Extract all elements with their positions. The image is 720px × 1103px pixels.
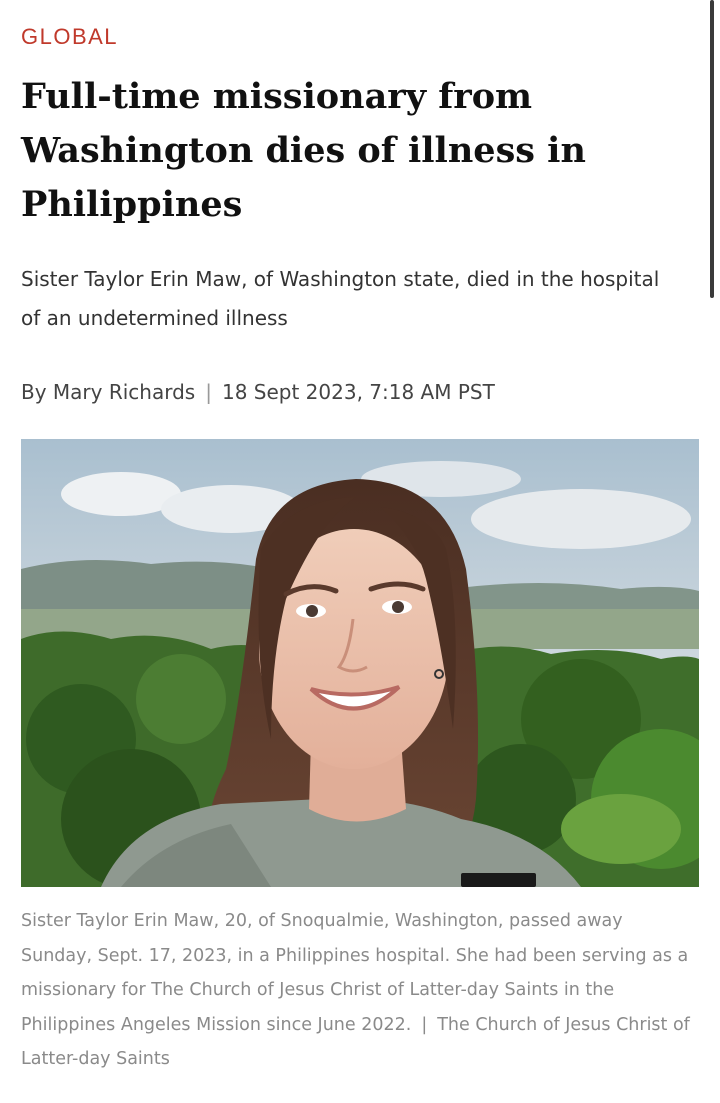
caption-separator: | [421,1014,428,1035]
scrollbar[interactable] [710,0,714,298]
byline: By Mary Richards | 18 Sept 2023, 7:18 AM P… [21,380,495,404]
author-name[interactable]: By Mary Richards [21,380,195,404]
article-photo [21,439,699,887]
article-subheadline: Sister Taylor Erin Maw, of Washington st… [21,267,660,330]
byline-separator: | [205,380,212,404]
article-headline: Full-time missionary from Washington die… [21,76,586,225]
photo-caption: Sister Taylor Erin Maw, 20, of Snoqualmi… [21,904,696,1077]
section-label[interactable]: GLOBAL [21,24,118,50]
publish-date: 18 Sept 2023, 7:18 AM PST [221,380,495,404]
